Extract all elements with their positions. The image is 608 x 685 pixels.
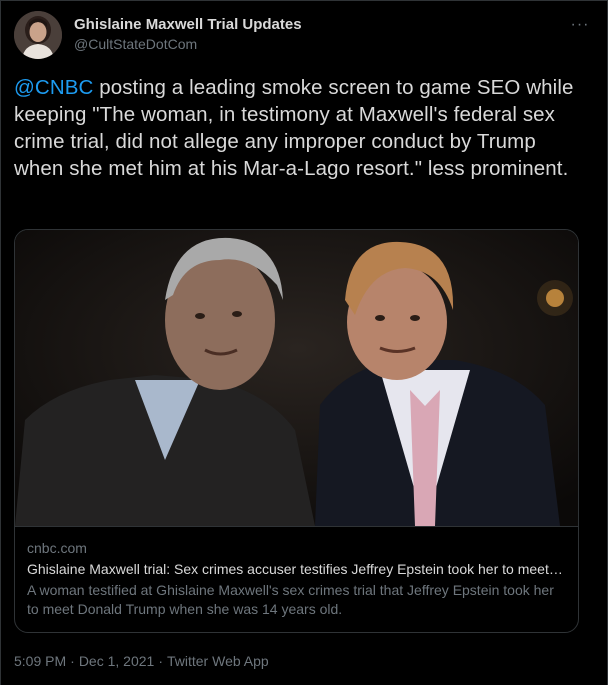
author-info: Ghislaine Maxwell Trial Updates @CultSta…	[74, 16, 302, 53]
author-handle[interactable]: @CultStateDotCom	[74, 35, 302, 53]
avatar[interactable]	[14, 11, 62, 59]
tweet-text: @CNBC posting a leading smoke screen to …	[14, 74, 589, 182]
more-options-icon[interactable]: ···	[566, 11, 594, 39]
tweet-body: posting a leading smoke screen to game S…	[14, 76, 574, 180]
card-title: Ghislaine Maxwell trial: Sex crimes accu…	[27, 561, 566, 577]
tweet-time[interactable]: 5:09 PM	[14, 653, 66, 669]
tweet-source[interactable]: Twitter Web App	[167, 653, 269, 669]
meta-separator: ·	[70, 653, 75, 669]
link-card[interactable]: cnbc.com Ghislaine Maxwell trial: Sex cr…	[14, 229, 579, 633]
tweet-header: Ghislaine Maxwell Trial Updates @CultSta…	[14, 11, 594, 61]
card-domain: cnbc.com	[27, 540, 87, 556]
mention-link[interactable]: @CNBC	[14, 76, 93, 99]
card-photo	[15, 230, 578, 526]
card-description: A woman testified at Ghislaine Maxwell's…	[27, 582, 554, 617]
tweet-meta: 5:09 PM · Dec 1, 2021 · Twitter Web App	[14, 651, 269, 671]
meta-separator-2: ·	[158, 653, 163, 669]
tweet-date[interactable]: Dec 1, 2021	[79, 653, 155, 669]
author-display-name[interactable]: Ghislaine Maxwell Trial Updates	[74, 16, 302, 34]
card-image	[15, 230, 578, 527]
avatar-image	[14, 11, 62, 59]
card-body: cnbc.com Ghislaine Maxwell trial: Sex cr…	[15, 527, 578, 619]
tweet-container: Ghislaine Maxwell Trial Updates @CultSta…	[0, 0, 608, 685]
